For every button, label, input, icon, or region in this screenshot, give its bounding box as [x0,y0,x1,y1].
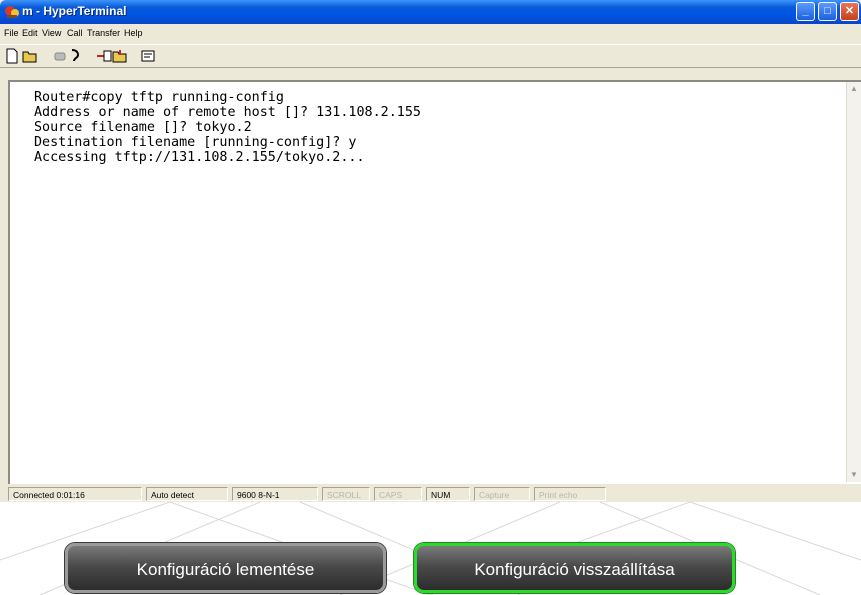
status-print-echo: Print echo [534,487,606,501]
status-scroll: SCROLL [322,487,370,501]
maximize-icon: □ [824,5,831,17]
menu-call[interactable]: Call [67,28,83,38]
open-icon[interactable] [22,48,38,64]
title-bar[interactable]: m - HyperTerminal _ □ ✕ [0,0,861,24]
terminal-line: Router#copy tftp running-config [34,90,284,105]
menu-transfer[interactable]: Transfer [87,28,120,38]
toolbar [0,44,861,68]
properties-icon[interactable] [140,48,156,64]
maximize-button[interactable]: □ [818,2,837,21]
terminal-screen[interactable]: Router#copy tftp running-config Address o… [10,82,843,482]
status-settings: 9600 8-N-1 [232,487,318,501]
status-bar: Connected 0:01:16 Auto detect 9600 8-N-1… [0,486,861,502]
save-config-button[interactable]: Konfiguráció lementése [65,543,386,593]
hyperterminal-icon[interactable] [4,4,20,20]
scroll-up-icon[interactable]: ▲ [850,85,858,93]
terminal-line: Destination filename [running-config]? y [34,135,357,150]
connect-icon[interactable] [68,48,84,64]
terminal-frame: Router#copy tftp running-config Address o… [8,80,861,484]
status-connected: Connected 0:01:16 [8,487,142,501]
restore-config-button[interactable]: Konfiguráció visszaállítása [414,543,735,593]
menu-bar: File Edit View Call Transfer Help [0,24,861,42]
status-capture: Capture [474,487,530,501]
menu-help[interactable]: Help [124,28,143,38]
hyperterminal-window: m - HyperTerminal _ □ ✕ File Edit View C… [0,0,861,502]
minimize-icon: _ [802,5,809,17]
terminal-line: Accessing tftp://131.108.2.155/tokyo.2..… [34,150,365,165]
menu-file[interactable]: File [4,28,19,38]
scroll-down-icon[interactable]: ▼ [850,471,858,479]
close-button[interactable]: ✕ [840,2,859,21]
terminal-line: Source filename []? tokyo.2 [34,120,252,135]
menu-edit[interactable]: Edit [22,28,38,38]
new-icon[interactable] [4,48,20,64]
window-title: m - HyperTerminal [22,4,127,18]
status-num: NUM [426,487,470,501]
vertical-scrollbar[interactable]: ▲ ▼ [846,82,861,482]
close-icon: ✕ [844,5,855,17]
receive-icon[interactable] [112,48,128,64]
send-icon[interactable] [96,48,112,64]
disconnect-icon[interactable] [52,48,68,64]
minimize-button[interactable]: _ [796,2,815,21]
status-detect: Auto detect [146,487,228,501]
terminal-line: Address or name of remote host []? 131.1… [34,105,421,120]
menu-view[interactable]: View [42,28,61,38]
status-caps: CAPS [374,487,422,501]
